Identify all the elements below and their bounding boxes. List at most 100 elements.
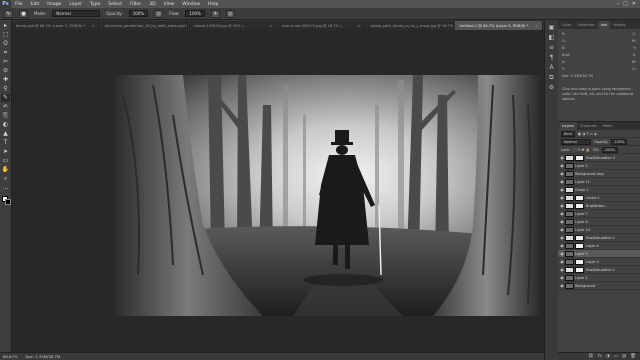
opacity-field[interactable]: 100% [128,10,149,17]
maximize-icon[interactable]: □ [623,1,628,7]
layers-footer-icon[interactable]: ◑ [606,354,610,359]
tool-icon-2[interactable]: ʘ [1,40,10,48]
tool-icon-10[interactable]: ⎘ [1,112,10,120]
tab-close-icon[interactable]: × [90,24,95,28]
layer-row[interactable]: ◉ Background [558,282,640,290]
menu-item-view[interactable]: View [160,2,179,7]
tool-icon-17[interactable]: ⌕ [1,175,10,183]
layer-row[interactable]: ◉ Layer 2 [558,162,640,170]
flow-field[interactable]: 100% [185,10,205,17]
layer-row[interactable]: ◉ Layer 1 [558,274,640,282]
tab-paths[interactable]: Paths [599,122,616,130]
layer-row[interactable]: ◉ Brightness... [558,202,640,210]
layers-footer-icon[interactable]: 🗑 [630,354,636,359]
layers-footer-icon[interactable]: ▭ [614,354,618,359]
tool-icon-0[interactable]: ▸ [1,22,10,30]
tool-icon-9[interactable]: ✍ [1,103,10,111]
layer-name: Layer 7 [575,211,588,216]
tab-swatches[interactable]: Swatches [574,21,598,29]
canvas-area[interactable] [12,30,544,352]
menu-item-file[interactable]: File [11,2,27,7]
airbrush-icon[interactable]: ✈ [210,9,220,18]
layers-footer-icon[interactable]: ▤ [622,354,626,359]
tool-icon-7[interactable]: ⚲ [1,85,10,93]
layer-row[interactable]: ◉ Layer 6 [558,218,640,226]
layer-row[interactable]: ◉ Layer 7 [558,210,640,218]
minimize-icon[interactable]: – [617,1,620,7]
background-color-swatch[interactable] [4,199,11,205]
tool-icon-5[interactable]: ⊘ [1,67,10,75]
layer-row[interactable]: ◉ Group 1 [558,186,640,194]
tab-color[interactable]: Color [559,21,575,29]
layer-row[interactable]: ◉ Layer 11 [558,178,640,186]
menu-item-edit[interactable]: Edit [27,2,44,7]
tool-icon-3[interactable]: ⌗ [1,49,10,57]
layer-row[interactable]: ◉ Layer 5 [558,250,640,258]
document-tab[interactable]: nature-109845.jpg @ 25% (... × [189,21,278,30]
panel-strip-icon[interactable]: ⚙ [548,84,556,91]
tool-icon-14[interactable]: ➤ [1,148,10,156]
layers-footer-icon[interactable]: ⛓ [588,354,594,359]
tool-icon-8[interactable]: ✎ [1,94,10,102]
document-canvas[interactable] [113,75,540,316]
layer-row[interactable]: ◉ Hue/Saturation 2 [558,234,640,242]
tool-icon-4[interactable]: ✂ [1,58,10,66]
brush-preset-icon[interactable]: ● [19,9,28,18]
tool-icon-15[interactable]: ▭ [1,157,10,165]
brush-tool-icon[interactable]: ✎ [4,9,13,18]
pressure-opacity-icon[interactable]: ◎ [154,9,164,18]
tab-channels[interactable]: Channels [576,122,600,130]
document-tab[interactable]: attractive_gentleman_16_by_faith_stock.p… [100,21,189,30]
close-icon[interactable]: ✕ [632,1,636,7]
layer-row[interactable]: ◉ Layer 3 [558,258,640,266]
tool-icon-18[interactable]: … [1,184,10,192]
menu-item-window[interactable]: Window [178,2,204,7]
document-tab[interactable]: photo_path_forest_ra_by_j_shoot.jpg @ 16… [366,21,455,30]
mode-select[interactable]: Normal [52,10,101,17]
tab-close-icon[interactable]: × [356,24,361,28]
blend-mode-select[interactable]: Normal [561,138,591,145]
info-right-label: W: [631,60,636,64]
fill-field[interactable]: 100% [601,146,618,153]
menu-item-filter[interactable]: Filter [126,2,145,7]
menu-item-layer[interactable]: Layer [65,2,86,7]
menu-item-select[interactable]: Select [104,2,126,7]
tool-icon-11[interactable]: ◐ [1,121,10,129]
tab-history[interactable]: History [610,21,630,29]
lock-icons[interactable]: ⬚ ✎ ✚ 🔒 [573,148,590,152]
panel-strip-icon[interactable]: A [548,64,556,71]
layer-row[interactable]: ◉ Layer 4 [558,242,640,250]
tab-info[interactable]: Info [597,21,611,29]
layer-opacity-field[interactable]: 100% [611,138,628,145]
pressure-size-icon[interactable]: ◎ [225,9,235,18]
panel-strip-icon[interactable]: ⧉ [548,74,556,81]
filter-icons[interactable]: ▣ ◑ T ▭ ◈ [578,132,597,136]
zoom-level[interactable]: 66.67% [3,354,17,359]
document-tab[interactable]: forest.psd @ 66.7% (Layer 5, RGB/8) * × [12,21,100,30]
layer-row[interactable]: ◉ Hue/Saturation 1 [558,266,640,274]
layer-row[interactable]: ◉ Levels 1 [558,194,640,202]
menu-item-image[interactable]: Image [43,2,65,7]
layer-row[interactable]: ◉ Background copy [558,170,640,178]
layers-footer-icon[interactable]: fx [598,354,602,359]
tab-layers[interactable]: Layers [559,122,577,130]
panel-strip-icon[interactable]: ▣ [548,24,556,31]
tab-close-icon[interactable]: × [267,24,272,28]
layer-row[interactable]: ◉ Layer 10 [558,226,640,234]
kind-filter-select[interactable]: Kind [561,130,575,137]
panel-strip-icon[interactable]: ¶ [548,54,556,61]
panel-strip-icon[interactable]: ≡ [548,44,556,51]
tool-icon-13[interactable]: T [1,139,10,147]
tool-icon-12[interactable]: ▲ [1,130,10,138]
document-tab[interactable]: tree-trunk-949075.jpg @ 16.7% (... × [278,21,366,30]
tool-icon-16[interactable]: ✋ [1,166,10,174]
tool-icon-6[interactable]: ✚ [1,76,10,84]
menu-item-3d[interactable]: 3D [145,2,159,7]
tool-icon-1[interactable]: ⬚ [1,31,10,39]
document-tab[interactable]: Untitled-1 @ 66.7% (Layer 5, RGB/8) * × [455,21,544,30]
menu-item-help[interactable]: Help [204,2,222,7]
menu-item-type[interactable]: Type [86,2,104,7]
tab-close-icon[interactable]: × [533,24,538,28]
layer-row[interactable]: ◉ Hue/Saturation 3 [558,154,640,162]
panel-strip-icon[interactable]: ◧ [548,34,556,41]
